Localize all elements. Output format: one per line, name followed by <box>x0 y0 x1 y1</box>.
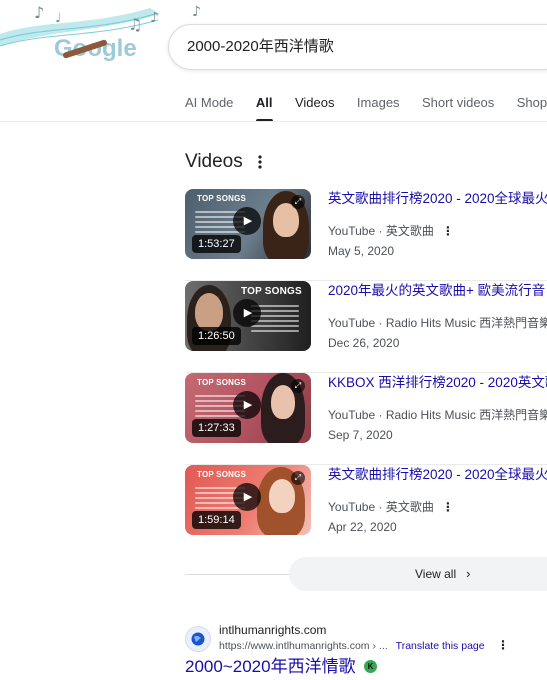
video-item[interactable]: TOP SONGS ▶ 1:53:27 ⤢ 英文歌曲排行榜2020 - 2020… <box>185 189 547 281</box>
video-item[interactable]: TOP SONGS ▶ 1:26:50 2020年最火的英文歌曲+ 歐美流行音 … <box>185 281 547 373</box>
video-source: YouTube · 英文歌曲 ⋮ <box>328 499 454 515</box>
play-icon[interactable]: ▶ <box>233 391 261 419</box>
thumbnail-title: TOP SONGS <box>197 194 247 203</box>
video-item[interactable]: TOP SONGS ▶ 1:59:14 ⤢ 英文歌曲排行榜2020 - 2020… <box>185 465 547 557</box>
divider <box>185 574 295 575</box>
video-list: TOP SONGS ▶ 1:53:27 ⤢ 英文歌曲排行榜2020 - 2020… <box>185 189 547 557</box>
tab-all[interactable]: All <box>255 94 273 122</box>
video-source-text: YouTube · 英文歌曲 <box>328 224 434 238</box>
tab-images[interactable]: Images <box>357 94 400 112</box>
chevron-right-icon: › <box>466 566 471 581</box>
svg-text:♪: ♪ <box>192 4 201 20</box>
play-icon[interactable]: ▶ <box>233 483 261 511</box>
search-input[interactable] <box>187 25 547 69</box>
expand-icon[interactable]: ⤢ <box>291 195 305 209</box>
more-options-icon[interactable]: ⋮ <box>442 499 454 515</box>
play-icon[interactable]: ▶ <box>233 299 261 327</box>
video-duration: 1:27:33 <box>192 419 241 437</box>
video-title-link[interactable]: 英文歌曲排行榜2020 - 2020全球最火 <box>328 190 547 208</box>
video-title-link[interactable]: 2020年最火的英文歌曲+ 歐美流行音 <box>328 282 545 300</box>
expand-icon[interactable]: ⤢ <box>291 379 305 393</box>
video-source-text: YouTube · 英文歌曲 <box>328 500 434 514</box>
search-tabs: AI Mode All Videos Images Short videos S… <box>185 94 547 124</box>
svg-text:♪: ♪ <box>34 3 44 22</box>
video-thumbnail[interactable]: TOP SONGS ▶ 1:27:33 ⤢ <box>185 373 311 443</box>
video-date: Apr 22, 2020 <box>328 520 397 534</box>
svg-text:♩: ♩ <box>55 11 61 26</box>
tab-shopping[interactable]: Shopping <box>517 94 547 112</box>
tabs-divider <box>0 121 547 122</box>
video-title-link[interactable]: 英文歌曲排行榜2020 - 2020全球最火 <box>328 466 547 484</box>
thumbnail-title: TOP SONGS <box>197 470 247 479</box>
site-favicon[interactable] <box>185 626 211 652</box>
more-options-icon[interactable] <box>252 151 268 173</box>
video-title-link[interactable]: KKBOX 西洋排行榜2020 - 2020英文歌 <box>328 374 547 392</box>
video-source: YouTube · Radio Hits Music 西洋熱門音樂 <box>328 408 547 422</box>
tab-ai-mode[interactable]: AI Mode <box>185 94 233 112</box>
result-title-link[interactable]: 2000~2020年西洋情歌 <box>185 657 356 677</box>
video-source: YouTube · 英文歌曲 ⋮ <box>328 223 454 239</box>
search-box[interactable] <box>168 24 547 70</box>
video-duration: 1:59:14 <box>192 511 241 529</box>
video-date: Dec 26, 2020 <box>328 336 400 350</box>
video-thumbnail[interactable]: TOP SONGS ▶ 1:26:50 <box>185 281 311 351</box>
view-all-button[interactable]: View all › <box>289 557 547 591</box>
video-date: Sep 7, 2020 <box>328 428 393 442</box>
svg-text:♪: ♪ <box>150 10 159 26</box>
video-duration: 1:53:27 <box>192 235 241 253</box>
thumbnail-title: TOP SONGS <box>197 378 247 387</box>
more-options-icon[interactable]: ⋮ <box>442 223 454 239</box>
site-name[interactable]: intlhumanrights.com <box>219 622 326 638</box>
video-duration: 1:26:50 <box>192 327 241 345</box>
thumbnail-title: TOP SONGS <box>241 286 302 297</box>
video-item[interactable]: TOP SONGS ▶ 1:27:33 ⤢ KKBOX 西洋排行榜2020 - … <box>185 373 547 465</box>
tab-videos[interactable]: Videos <box>295 94 335 112</box>
video-date: May 5, 2020 <box>328 244 395 258</box>
video-thumbnail[interactable]: TOP SONGS ▶ 1:59:14 ⤢ <box>185 465 311 535</box>
video-source: YouTube · Radio Hits Music 西洋熱門音樂 <box>328 316 547 330</box>
site-url: https://www.intlhumanrights.com › ... Tra… <box>219 639 485 653</box>
view-all-label: View all <box>415 567 457 581</box>
site-url-more: ... <box>378 640 388 652</box>
video-thumbnail[interactable]: TOP SONGS ▶ 1:53:27 ⤢ <box>185 189 311 259</box>
more-options-icon[interactable]: ⋮ <box>497 638 509 652</box>
site-url-text: https://www.intlhumanrights.com › <box>219 640 376 652</box>
expand-icon[interactable]: ⤢ <box>291 471 305 485</box>
videos-section-heading: Videos <box>185 151 243 172</box>
verified-badge-icon: K <box>364 660 377 673</box>
svg-text:♫: ♫ <box>128 15 142 34</box>
tab-short-videos[interactable]: Short videos <box>422 94 494 112</box>
translate-link[interactable]: Translate this page <box>396 640 485 652</box>
play-icon[interactable]: ▶ <box>233 207 261 235</box>
